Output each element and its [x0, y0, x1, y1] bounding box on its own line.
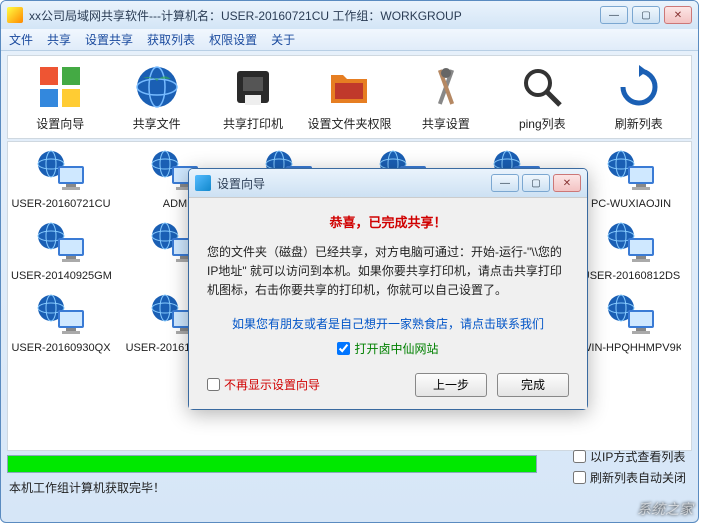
toolbar-search[interactable]: ping列表 — [498, 63, 586, 132]
toolbar-label: 共享设置 — [422, 115, 470, 132]
pc-item[interactable]: USER-20160930QX — [16, 294, 106, 354]
ip-mode-checkbox[interactable] — [573, 450, 586, 463]
computer-icon — [36, 294, 86, 338]
pc-item[interactable]: WIN-HPQHHMPV9KI — [586, 294, 676, 354]
toolbar-folder[interactable]: 设置文件夹权限 — [305, 63, 393, 132]
open-site-option[interactable]: 打开卤中仙网站 — [207, 340, 569, 357]
open-site-label: 打开卤中仙网站 — [354, 340, 438, 357]
pc-label: WIN-HPQHHMPV9KI — [581, 342, 681, 354]
dialog-close-button[interactable]: ✕ — [553, 174, 581, 192]
prev-button[interactable]: 上一步 — [415, 373, 487, 397]
windows-icon — [36, 63, 84, 111]
window-controls: — ▢ ✕ — [600, 6, 692, 24]
pc-item[interactable]: USER-20160812DS — [586, 222, 676, 282]
dialog-body: 恭喜，已完成共享！ 您的文件夹（磁盘）已经共享，对方电脑可通过：开始-运行-"\… — [189, 197, 587, 409]
dialog-minimize-button[interactable]: — — [491, 174, 519, 192]
dialog-titlebar[interactable]: 设置向导 — ▢ ✕ — [189, 169, 587, 197]
pc-label: USER-20140925GM — [11, 270, 111, 282]
option-ip-mode[interactable]: 以IP方式查看列表 — [573, 448, 686, 465]
pc-label: USER-20160812DS — [582, 270, 680, 282]
dialog-title: 设置向导 — [217, 175, 491, 192]
computer-icon — [36, 150, 86, 194]
options-panel: 以IP方式查看列表 刷新列表自动关闭 — [573, 448, 686, 490]
toolbar-printer[interactable]: 共享打印机 — [209, 63, 297, 132]
pc-item[interactable]: PC-WUXIAOJIN — [586, 150, 676, 210]
toolbar-label: 共享打印机 — [223, 115, 283, 132]
folder-icon — [325, 63, 373, 111]
toolbar-tools[interactable]: 共享设置 — [402, 63, 490, 132]
menu-item-5[interactable]: 关于 — [271, 31, 295, 48]
ip-mode-label: 以IP方式查看列表 — [590, 448, 685, 465]
menu-item-0[interactable]: 文件 — [9, 31, 33, 48]
menu-item-2[interactable]: 设置共享 — [85, 31, 133, 48]
toolbar-label: ping列表 — [519, 115, 566, 132]
toolbar-globe[interactable]: 共享文件 — [113, 63, 201, 132]
toolbar-label: 设置向导 — [36, 115, 84, 132]
toolbar-label: 共享文件 — [133, 115, 181, 132]
auto-close-label: 刷新列表自动关闭 — [590, 469, 686, 486]
menu-item-1[interactable]: 共享 — [47, 31, 71, 48]
computer-icon — [606, 222, 656, 266]
toolbar-label: 设置文件夹权限 — [307, 115, 391, 132]
option-auto-close[interactable]: 刷新列表自动关闭 — [573, 469, 686, 486]
pc-label: USER-20160721CU — [11, 198, 110, 210]
wizard-dialog: 设置向导 — ▢ ✕ 恭喜，已完成共享！ 您的文件夹（磁盘）已经共享，对方电脑可… — [188, 168, 588, 410]
close-button[interactable]: ✕ — [664, 6, 692, 24]
dialog-icon — [195, 175, 211, 191]
titlebar[interactable]: xx公司局域网共享软件---计算机名：USER-20160721CU 工作组：W… — [1, 1, 698, 29]
auto-close-checkbox[interactable] — [573, 471, 586, 484]
contact-link[interactable]: 如果您有朋友或者是自己想开一家熟食店，请点击联系我们 — [207, 315, 569, 332]
refresh-icon — [615, 63, 663, 111]
pc-label: USER-20160930QX — [11, 342, 110, 354]
noshow-label: 不再显示设置向导 — [224, 376, 320, 393]
toolbar-label: 刷新列表 — [615, 115, 663, 132]
computer-icon — [606, 150, 656, 194]
dialog-instructions: 您的文件夹（磁盘）已经共享，对方电脑可通过：开始-运行-"\\您的IP地址" 就… — [207, 243, 569, 301]
globe-icon — [133, 63, 181, 111]
printer-icon — [229, 63, 277, 111]
search-icon — [518, 63, 566, 111]
pc-item[interactable]: USER-20160721CU — [16, 150, 106, 210]
progress-bar — [7, 455, 537, 473]
congrats-text: 恭喜，已完成共享！ — [207, 212, 569, 231]
dialog-footer: 不再显示设置向导 上一步 完成 — [207, 373, 569, 397]
pc-item[interactable]: USER-20140925GM — [16, 222, 106, 282]
menu-item-3[interactable]: 获取列表 — [147, 31, 195, 48]
pc-label: ADM — [163, 198, 187, 210]
menu-item-4[interactable]: 权限设置 — [209, 31, 257, 48]
minimize-button[interactable]: — — [600, 6, 628, 24]
tools-icon — [422, 63, 470, 111]
noshow-checkbox[interactable] — [207, 378, 220, 391]
open-site-checkbox[interactable] — [337, 342, 350, 355]
menubar: 文件共享设置共享获取列表权限设置关于 — [1, 29, 698, 51]
computer-icon — [606, 294, 656, 338]
app-icon — [7, 7, 23, 23]
toolbar-windows[interactable]: 设置向导 — [16, 63, 104, 132]
noshow-option[interactable]: 不再显示设置向导 — [207, 376, 405, 393]
dialog-maximize-button[interactable]: ▢ — [522, 174, 550, 192]
computer-icon — [36, 222, 86, 266]
maximize-button[interactable]: ▢ — [632, 6, 660, 24]
pc-label: PC-WUXIAOJIN — [591, 198, 671, 210]
done-button[interactable]: 完成 — [497, 373, 569, 397]
toolbar-refresh[interactable]: 刷新列表 — [595, 63, 683, 132]
window-title: xx公司局域网共享软件---计算机名：USER-20160721CU 工作组：W… — [29, 7, 600, 24]
toolbar: 设置向导 共享文件 共享打印机 设置文件夹权限 共享设置 ping列表 刷新列表 — [7, 55, 692, 139]
